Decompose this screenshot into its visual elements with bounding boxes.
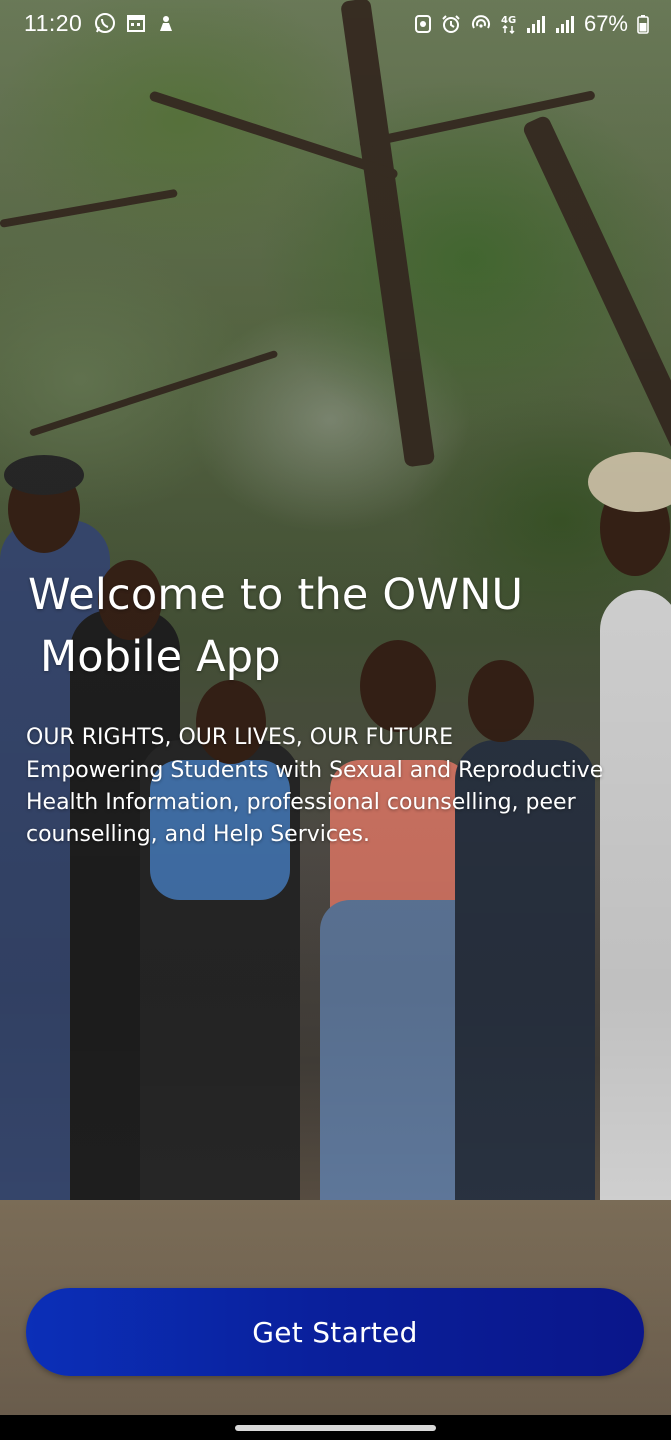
status-time: 11:20 bbox=[24, 10, 83, 36]
welcome-title-line1: Welcome to the OWNU bbox=[28, 570, 524, 620]
battery-icon bbox=[637, 14, 649, 34]
notification-icon bbox=[156, 13, 176, 33]
welcome-title: Welcome to the OWNU Mobile App bbox=[28, 564, 628, 688]
calendar-icon bbox=[126, 13, 146, 33]
welcome-screen: 11:20 4G 67% Welcome to the OWNU Mobile … bbox=[0, 0, 671, 1440]
description: Empowering Students with Sexual and Repr… bbox=[26, 758, 604, 847]
tagline: OUR RIGHTS, OUR LIVES, OUR FUTURE bbox=[26, 725, 453, 750]
hotspot-icon bbox=[470, 14, 492, 34]
background-scrim bbox=[0, 0, 671, 1415]
alarm-icon bbox=[441, 14, 461, 34]
signal-icon bbox=[555, 14, 575, 34]
get-started-button[interactable]: Get Started bbox=[26, 1288, 644, 1376]
navigation-bar bbox=[0, 1415, 671, 1440]
nfc-icon bbox=[414, 14, 432, 34]
signal-icon bbox=[526, 14, 546, 34]
battery-percent: 67% bbox=[583, 11, 628, 36]
whatsapp-icon bbox=[94, 12, 116, 34]
welcome-title-line2: Mobile App bbox=[40, 632, 281, 682]
4g-icon: 4G bbox=[501, 13, 517, 35]
home-indicator[interactable] bbox=[235, 1425, 436, 1431]
svg-text:4G: 4G bbox=[501, 15, 516, 26]
status-bar: 11:20 4G 67% bbox=[0, 0, 671, 52]
